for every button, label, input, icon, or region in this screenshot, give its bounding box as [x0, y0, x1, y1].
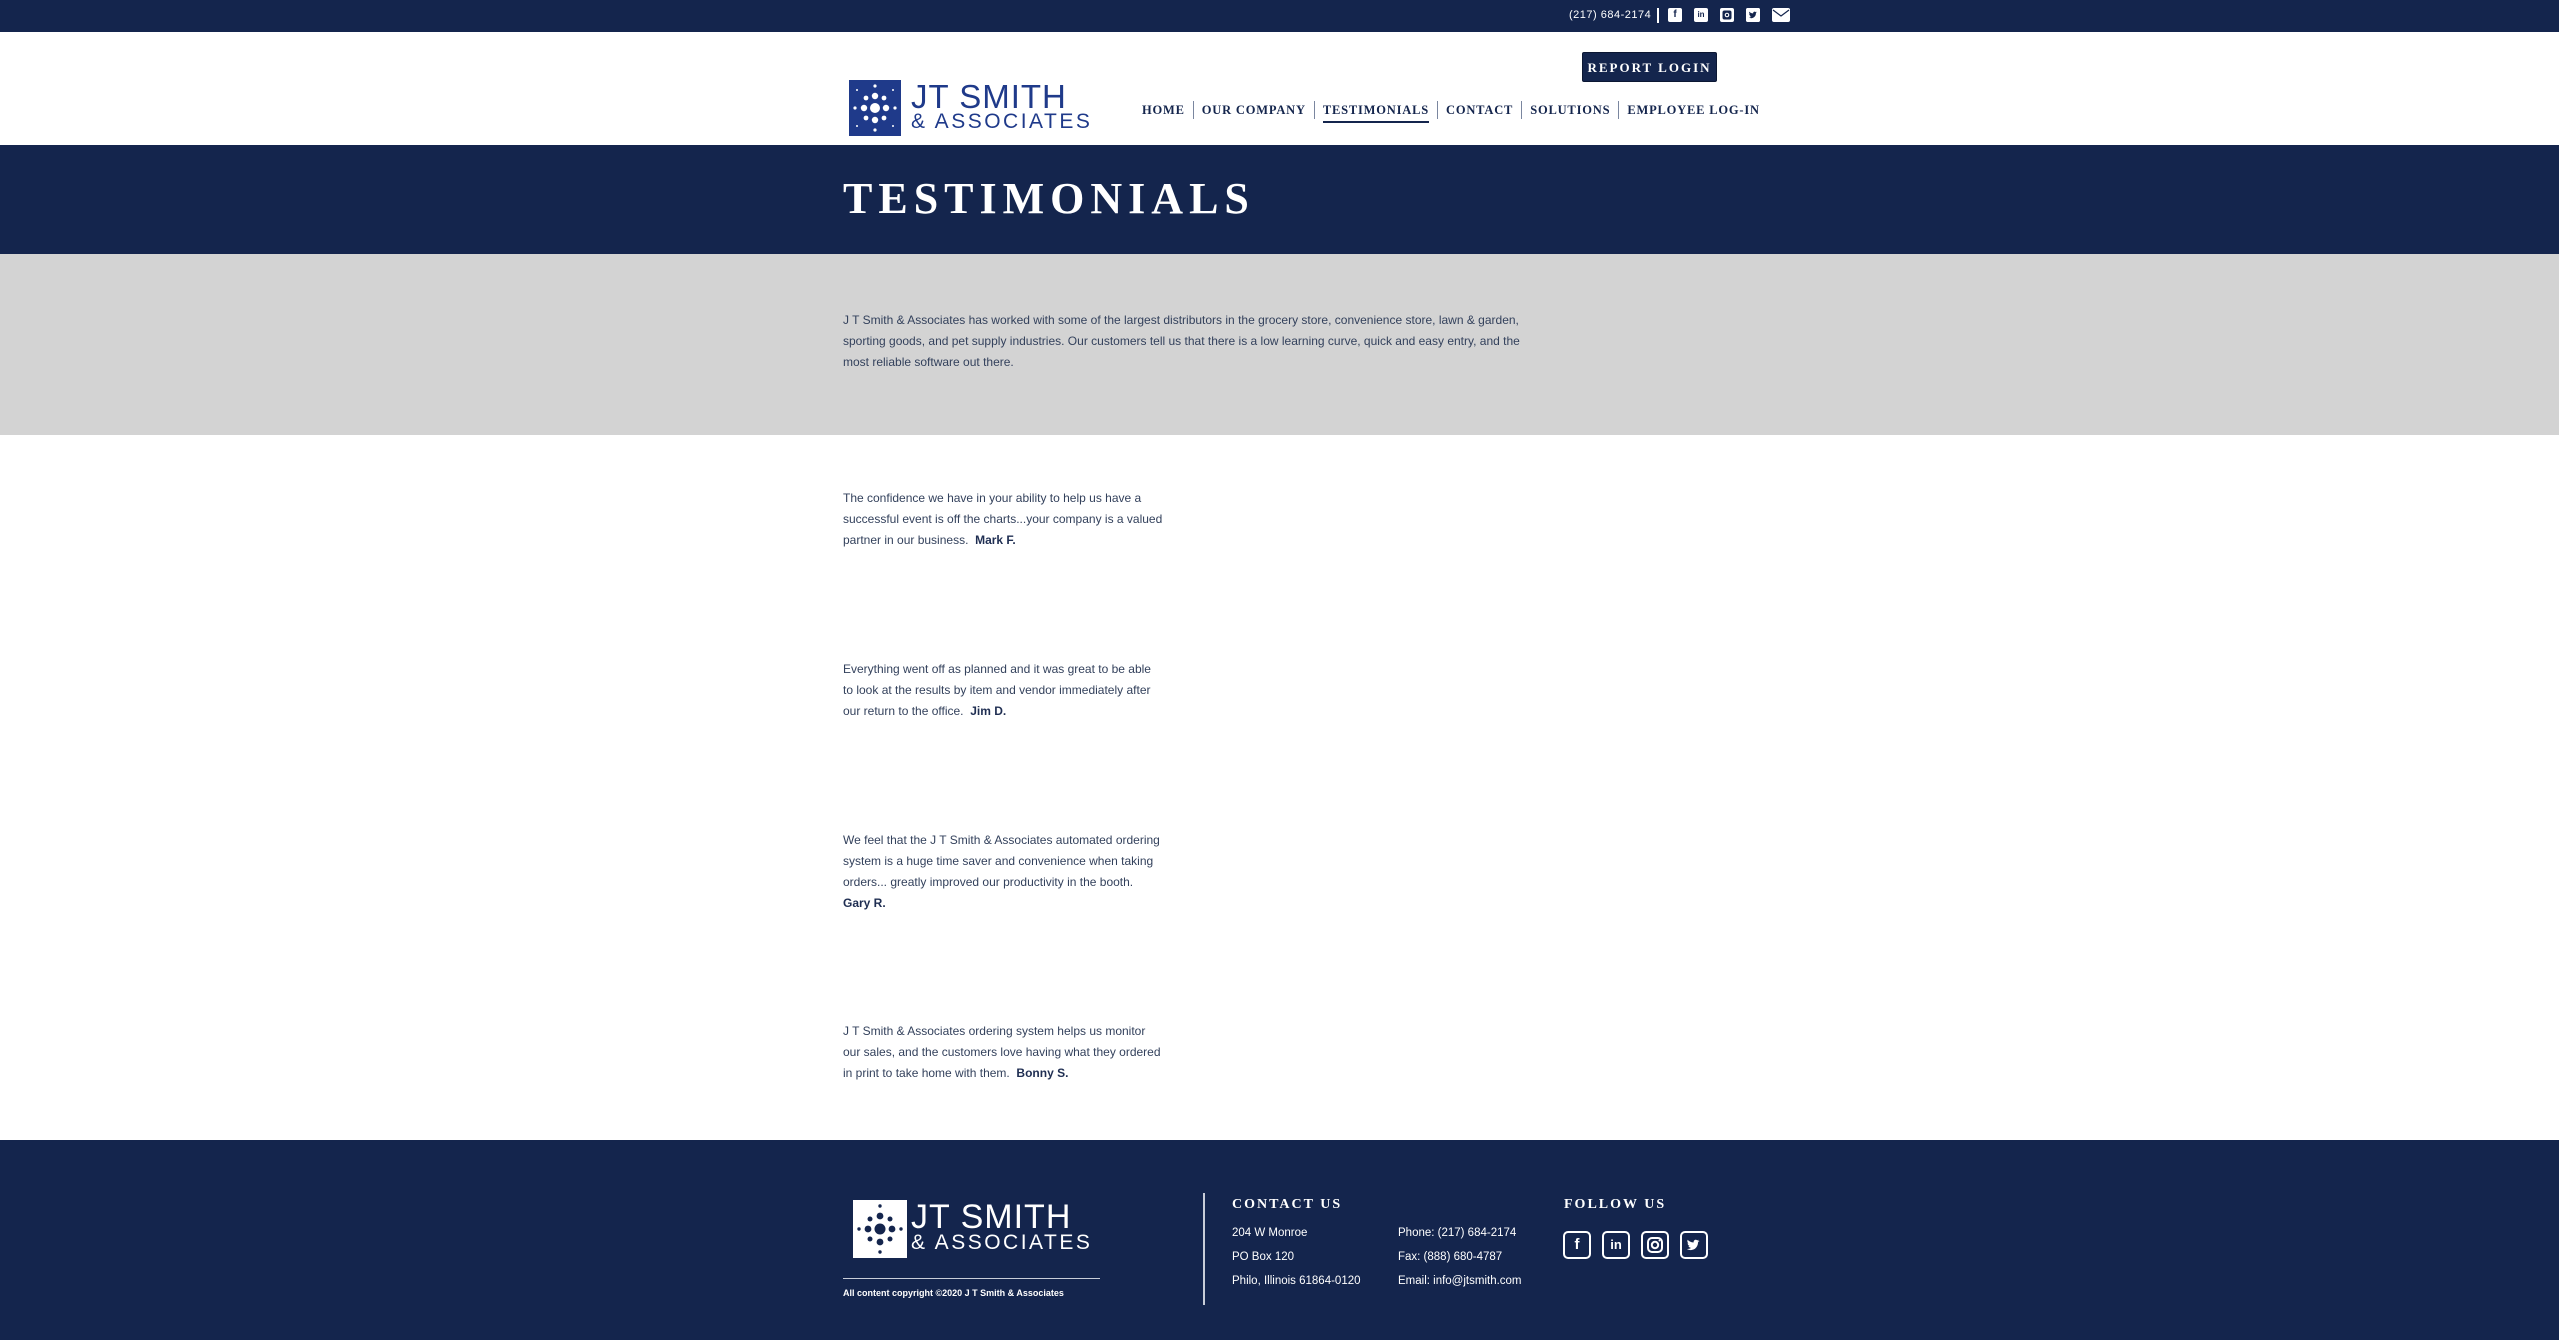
- contact-heading: CONTACT US: [1232, 1197, 1343, 1212]
- testimonial-author: Bonny S.: [1016, 1066, 1069, 1080]
- site-footer: JT SMITH & ASSOCIATES All content copyri…: [0, 1140, 2559, 1340]
- testimonial-author: Gary R.: [843, 896, 886, 910]
- intro-text: J T Smith & Associates has worked with s…: [843, 313, 1520, 369]
- top-bar-divider: [1657, 8, 1659, 23]
- follow-heading: FOLLOW US: [1564, 1197, 1667, 1212]
- footer-logo[interactable]: JT SMITH & ASSOCIATES: [853, 1198, 1093, 1260]
- site-header: [0, 32, 2559, 145]
- report-login-button[interactable]: REPORT LOGIN: [1582, 52, 1717, 82]
- facebook-icon[interactable]: f: [1668, 8, 1682, 22]
- page-banner: TESTIMONIALS: [0, 145, 2559, 254]
- site-logo[interactable]: JT SMITH & ASSOCIATES: [849, 78, 1093, 136]
- nav-solutions[interactable]: SOLUTIONS: [1522, 103, 1618, 118]
- testimonial-item: We feel that the J T Smith & Associates …: [843, 830, 1163, 914]
- nav-employee-login[interactable]: EMPLOYEE LOG-IN: [1619, 103, 1768, 118]
- facebook-icon[interactable]: f: [1563, 1231, 1591, 1259]
- testimonial-item: The confidence we have in your ability t…: [843, 488, 1163, 551]
- top-bar: (217) 684-2174 f in: [0, 0, 2559, 32]
- nav-contact[interactable]: CONTACT: [1438, 103, 1521, 118]
- footer-phone[interactable]: Phone: (217) 684-2174: [1398, 1227, 1516, 1239]
- footer-email[interactable]: Email: info@jtsmith.com: [1398, 1275, 1522, 1287]
- intro-section: J T Smith & Associates has worked with s…: [0, 254, 2559, 435]
- testimonial-item: J T Smith & Associates ordering system h…: [843, 1021, 1163, 1084]
- address-line: PO Box 120: [1232, 1251, 1295, 1263]
- nav-testimonials[interactable]: TESTIMONIALS: [1315, 103, 1437, 123]
- logo-mark-icon: [849, 80, 901, 136]
- testimonial-author: Jim D.: [970, 704, 1007, 718]
- linkedin-icon[interactable]: in: [1602, 1231, 1630, 1259]
- twitter-icon[interactable]: [1680, 1231, 1708, 1259]
- footer-copyright: All content copyright ©2020 J T Smith & …: [843, 1288, 1064, 1298]
- instagram-icon[interactable]: [1720, 8, 1734, 22]
- twitter-icon[interactable]: [1746, 8, 1760, 22]
- main-navigation: HOME OUR COMPANY TESTIMONIALS CONTACT SO…: [1142, 99, 1768, 123]
- logo-subtitle: & ASSOCIATES: [911, 110, 1093, 133]
- email-icon[interactable]: [1772, 8, 1790, 22]
- testimonial-item: Everything went off as planned and it wa…: [843, 659, 1163, 722]
- footer-logo-subtitle: & ASSOCIATES: [911, 1231, 1093, 1254]
- testimonial-author: Mark F.: [975, 533, 1016, 547]
- nav-home[interactable]: HOME: [1142, 103, 1193, 118]
- linkedin-icon[interactable]: in: [1694, 8, 1708, 22]
- footer-logo-mark-icon: [853, 1200, 907, 1258]
- top-phone-number[interactable]: (217) 684-2174: [1569, 9, 1651, 21]
- page-title: TESTIMONIALS: [843, 174, 1255, 223]
- nav-our-company[interactable]: OUR COMPANY: [1194, 103, 1314, 118]
- instagram-icon[interactable]: [1641, 1231, 1669, 1259]
- footer-vertical-divider: [1203, 1193, 1205, 1305]
- testimonial-quote: J T Smith & Associates ordering system h…: [843, 1024, 1161, 1080]
- footer-divider: [843, 1278, 1100, 1279]
- footer-fax: Fax: (888) 680-4787: [1398, 1251, 1503, 1263]
- address-line: 204 W Monroe: [1232, 1227, 1308, 1239]
- testimonial-quote: We feel that the J T Smith & Associates …: [843, 833, 1160, 889]
- address-line: Philo, Illinois 61864-0120: [1232, 1275, 1361, 1287]
